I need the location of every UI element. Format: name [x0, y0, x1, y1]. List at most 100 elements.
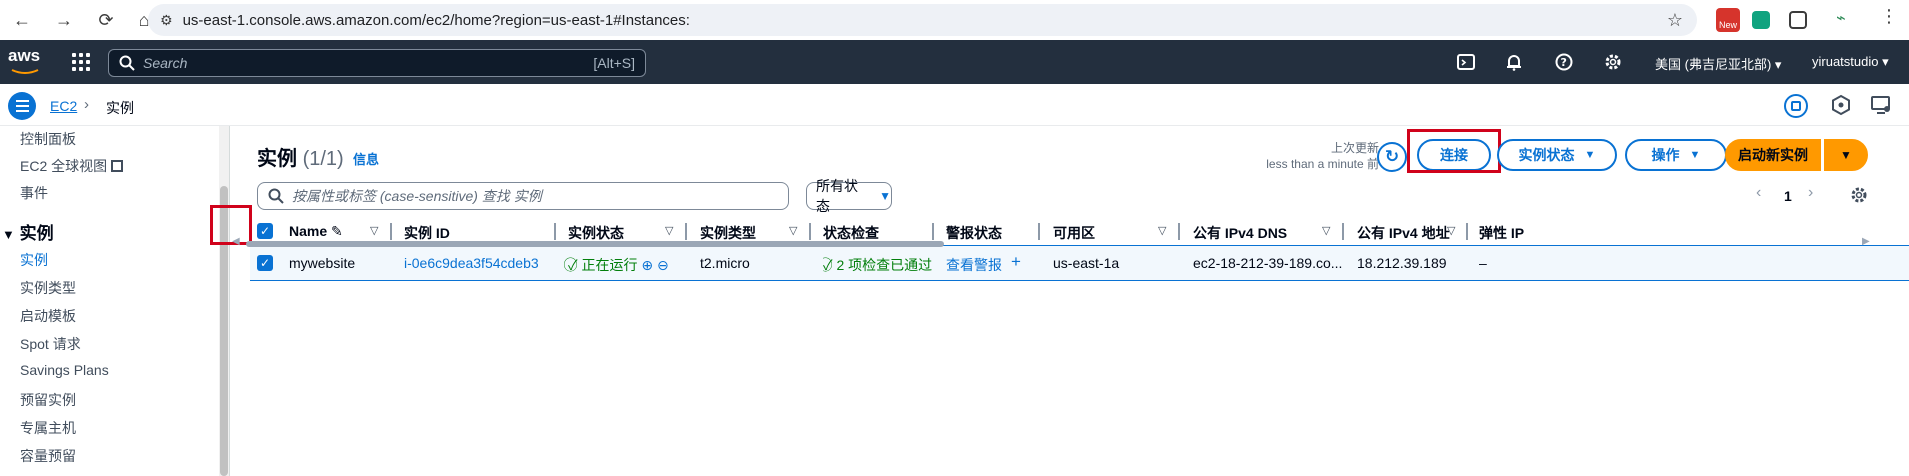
add-alarm-plus-icon[interactable]: +	[1011, 252, 1021, 272]
column-divider[interactable]	[685, 223, 687, 240]
services-grid-icon[interactable]	[72, 53, 90, 71]
column-divider[interactable]	[932, 223, 934, 240]
region-selector[interactable]: 美国 (弗吉尼亚北部) ▾	[1655, 54, 1781, 73]
launch-dropdown-button[interactable]: ▼	[1824, 139, 1868, 171]
launch-label: 启动新实例	[1738, 147, 1808, 163]
cloudshell-icon[interactable]	[1457, 53, 1477, 73]
address-bar[interactable]: ⚙ us-east-1.console.aws.amazon.com/ec2/h…	[148, 4, 1697, 36]
sidebar-item-launch-templates[interactable]: 启动模板	[20, 306, 76, 326]
back-icon[interactable]: ←	[8, 6, 36, 34]
info-link[interactable]: 信息	[353, 149, 379, 168]
hexagon-info-icon[interactable]	[1830, 94, 1854, 118]
instances-panel: 实例 (1/1) 信息 上次更新 less than a minute 前 ↻ …	[210, 126, 1909, 476]
instance-state-button[interactable]: 实例状态 ▼	[1497, 139, 1617, 171]
extensions-puzzle-icon[interactable]	[1789, 11, 1807, 29]
page-number[interactable]: 1	[1784, 188, 1792, 204]
sidebar-item-dedicated-hosts[interactable]: 专属主机	[20, 418, 76, 438]
column-divider[interactable]	[390, 223, 392, 240]
sort-icon[interactable]: ▽	[1447, 224, 1455, 237]
forward-icon[interactable]: →	[50, 6, 78, 34]
help-icon[interactable]: ?	[1555, 53, 1575, 73]
sidebar-item-spot-requests[interactable]: Spot 请求	[20, 334, 81, 354]
sort-icon[interactable]: ▽	[1158, 224, 1166, 237]
sidebar-item-events[interactable]: 事件	[20, 183, 48, 203]
next-page-icon[interactable]: ›	[1808, 184, 1813, 202]
sidebar-item-capacity-reservations[interactable]: 容量预留	[20, 446, 76, 466]
bookmark-star-icon[interactable]: ☆	[1667, 10, 1683, 31]
monitor-tools-icon[interactable]	[1870, 94, 1894, 118]
select-all-checkbox[interactable]: ✓	[257, 223, 273, 239]
actions-label: 操作	[1651, 147, 1680, 163]
edit-pencil-icon: ✎	[331, 223, 343, 239]
table-settings-gear-icon[interactable]	[1850, 186, 1868, 207]
caret-down-icon: ▼	[1689, 149, 1701, 161]
sort-icon[interactable]: ▽	[370, 224, 378, 237]
scroll-left-icon[interactable]: ◀	[232, 236, 240, 247]
column-divider[interactable]	[1178, 223, 1180, 240]
instance-count: (1/1)	[302, 148, 344, 170]
state-filter-select[interactable]: 所有状态 ▼	[806, 178, 892, 214]
cell-az: us-east-1a	[1053, 255, 1120, 271]
panel-layout-icon[interactable]	[1784, 94, 1808, 118]
sidebar-item-dashboard[interactable]: 控制面板	[20, 129, 76, 149]
refresh-button[interactable]: ↻	[1377, 142, 1407, 172]
zoom-out-icon[interactable]: ⊖	[657, 257, 669, 273]
column-divider[interactable]	[1342, 223, 1344, 240]
notifications-bell-icon[interactable]	[1505, 53, 1525, 73]
table-scrollbar-thumb[interactable]	[246, 241, 944, 247]
side-navigation: 控制面板 EC2 全球视图 事件 ▼ 实例 实例 实例类型 启动模板 Spot …	[0, 126, 230, 476]
caret-down-icon: ▼	[879, 189, 891, 203]
cell-type: t2.micro	[700, 255, 750, 271]
sidebar-item-instance-types[interactable]: 实例类型	[20, 278, 76, 298]
row-checkbox[interactable]: ✓	[257, 255, 273, 271]
column-divider[interactable]	[1038, 223, 1040, 240]
search-shortcut: [Alt+S]	[593, 55, 635, 71]
cell-instance-id[interactable]: i-0e6c9dea3f54cdeb3	[404, 255, 539, 271]
table-horizontal-scrollbar[interactable]: ◀ ▶	[232, 236, 1892, 249]
view-alarms-link[interactable]: 查看警报	[946, 255, 1002, 275]
sidebar-item-savings-plans[interactable]: Savings Plans	[20, 362, 109, 378]
refresh-icon: ↻	[1384, 147, 1400, 166]
scroll-right-icon[interactable]: ▶	[1862, 236, 1870, 247]
sort-icon[interactable]: ▽	[1322, 224, 1330, 237]
caret-down-icon: ▼	[1584, 149, 1596, 161]
aws-logo-text: aws	[8, 46, 41, 65]
sidebar-item-instances[interactable]: 实例	[20, 250, 48, 270]
aws-search-input[interactable]: Search [Alt+S]	[108, 49, 646, 77]
sidebar-item-global-view[interactable]: EC2 全球视图	[20, 156, 124, 176]
menu-icon[interactable]: ⋮	[1880, 6, 1904, 30]
extension-tree-icon[interactable]: ⌁	[1836, 8, 1860, 32]
zoom-in-icon[interactable]: ⊕	[641, 257, 653, 273]
column-divider[interactable]	[809, 223, 811, 240]
sidebar-item-global-view-label: EC2 全球视图	[20, 158, 108, 174]
sort-icon[interactable]: ▽	[665, 224, 673, 237]
extension-new-icon[interactable]: New	[1716, 8, 1740, 32]
prev-page-icon[interactable]: ‹	[1756, 184, 1761, 202]
actions-button[interactable]: 操作 ▼	[1625, 139, 1727, 171]
sidebar-scrollbar[interactable]	[219, 126, 229, 476]
launch-instance-button[interactable]: 启动新实例	[1725, 139, 1821, 171]
cell-elastic-ip: –	[1479, 255, 1487, 271]
browser-toolbar: ← → ⟳ ⌂ ⚙ us-east-1.console.aws.amazon.c…	[0, 0, 1909, 40]
settings-gear-icon[interactable]	[1604, 53, 1624, 73]
sidebar-item-reserved-instances[interactable]: 预留实例	[20, 390, 76, 410]
external-link-icon	[111, 160, 124, 172]
col-name[interactable]: Name ✎	[289, 223, 343, 240]
site-info-icon[interactable]: ⚙	[160, 12, 173, 29]
last-updated-label: 上次更新	[1330, 141, 1379, 155]
column-divider[interactable]	[554, 223, 556, 240]
extension-green-icon[interactable]	[1752, 11, 1770, 29]
state-filter-label: 所有状态	[816, 178, 858, 214]
sort-icon[interactable]: ▽	[789, 224, 797, 237]
region-label: 美国 (弗吉尼亚北部)	[1655, 57, 1772, 72]
account-menu[interactable]: yiruatstudio ▾	[1812, 54, 1889, 70]
reload-icon[interactable]: ⟳	[92, 6, 120, 34]
aws-logo[interactable]: aws	[8, 46, 42, 76]
column-divider[interactable]	[1466, 223, 1468, 240]
table-row[interactable]: ✓ mywebsite i-0e6c9dea3f54cdeb3 ✓⃝ 正在运行 …	[250, 245, 1909, 281]
instance-filter-input[interactable]: 按属性或标签 (case-sensitive) 查找 实例	[257, 182, 789, 210]
side-nav-toggle-icon[interactable]	[8, 92, 36, 120]
breadcrumb-ec2[interactable]: EC2	[50, 98, 77, 114]
col-name-label: Name	[289, 223, 328, 239]
sidebar-section-instances[interactable]: ▼ 实例	[2, 219, 54, 244]
